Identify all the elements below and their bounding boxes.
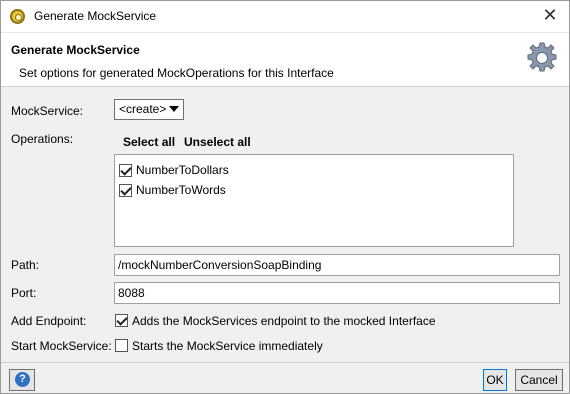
- port-label: Port:: [11, 286, 37, 300]
- mockservice-select[interactable]: <create>: [114, 99, 184, 120]
- start-mockservice-text: Starts the MockService immediately: [132, 339, 323, 353]
- operations-list: NumberToDollars NumberToWords: [114, 154, 514, 247]
- start-mockservice-label: Start MockService:: [11, 339, 112, 353]
- operations-label: Operations:: [11, 132, 74, 146]
- header-title: Generate MockService: [11, 43, 140, 57]
- unselect-all-button[interactable]: Unselect all: [184, 135, 251, 149]
- cancel-button[interactable]: Cancel: [515, 369, 563, 391]
- dropdown-arrow-icon: [169, 106, 179, 112]
- path-input[interactable]: /mockNumberConversionSoapBinding: [114, 254, 560, 276]
- close-button[interactable]: ✕: [539, 5, 561, 27]
- select-all-button[interactable]: Select all: [123, 135, 175, 149]
- header-banner: Generate MockService Set options for gen…: [1, 32, 569, 87]
- gear-icon: [527, 42, 557, 72]
- mockservice-label: MockService:: [11, 104, 84, 118]
- help-icon: ?: [15, 372, 30, 387]
- operation-label: NumberToDollars: [136, 163, 229, 177]
- operation-checkbox-numbertodollars[interactable]: [119, 164, 132, 177]
- window-title: Generate MockService: [34, 9, 157, 23]
- mockservice-select-value: <create>: [119, 102, 167, 116]
- ok-button[interactable]: OK: [483, 369, 507, 391]
- dialog-window: Generate MockService ✕ Generate MockServ…: [0, 0, 570, 394]
- button-bar: ? OK Cancel: [1, 362, 569, 393]
- header-subtitle: Set options for generated MockOperations…: [19, 66, 334, 80]
- soapui-app-icon: [10, 9, 25, 24]
- operation-label: NumberToWords: [136, 183, 226, 197]
- help-button[interactable]: ?: [9, 369, 35, 391]
- path-label: Path:: [11, 258, 40, 272]
- operation-checkbox-numbertowords[interactable]: [119, 184, 132, 197]
- add-endpoint-text: Adds the MockServices endpoint to the mo…: [132, 314, 436, 328]
- add-endpoint-checkbox[interactable]: [115, 314, 128, 327]
- start-mockservice-checkbox[interactable]: [115, 339, 128, 352]
- title-bar: Generate MockService ✕: [1, 1, 569, 32]
- add-endpoint-label: Add Endpoint:: [11, 314, 87, 328]
- port-input[interactable]: 8088: [114, 282, 560, 304]
